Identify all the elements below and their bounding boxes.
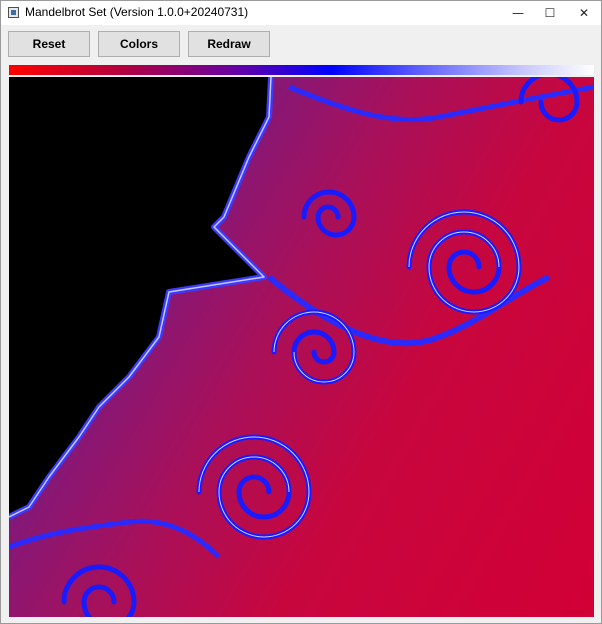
app-window: Mandelbrot Set (Version 1.0.0+20240731) …	[0, 0, 602, 624]
colors-button[interactable]: Colors	[98, 31, 180, 57]
spiral-center	[271, 309, 357, 385]
mandelbrot-canvas[interactable]	[9, 77, 594, 617]
title-bar: Mandelbrot Set (Version 1.0.0+20240731) …	[1, 1, 601, 25]
app-icon	[8, 7, 19, 18]
minimize-button[interactable]: —	[501, 1, 535, 25]
spiral-bottom-left	[61, 564, 137, 617]
close-button[interactable]: ✕	[567, 1, 601, 25]
maximize-button[interactable]: ☐	[533, 1, 567, 25]
window-title: Mandelbrot Set (Version 1.0.0+20240731)	[25, 5, 249, 19]
toolbar: Reset Colors Redraw	[1, 25, 601, 65]
spiral-lower	[196, 434, 312, 540]
spiral-top-left	[301, 189, 357, 238]
color-palette-bar	[9, 65, 594, 75]
fractal-render	[9, 77, 594, 617]
spiral-right	[406, 209, 522, 315]
redraw-button[interactable]: Redraw	[188, 31, 270, 57]
reset-button[interactable]: Reset	[8, 31, 90, 57]
filament-lower-left	[9, 518, 221, 559]
mandelbrot-interior	[9, 77, 271, 517]
